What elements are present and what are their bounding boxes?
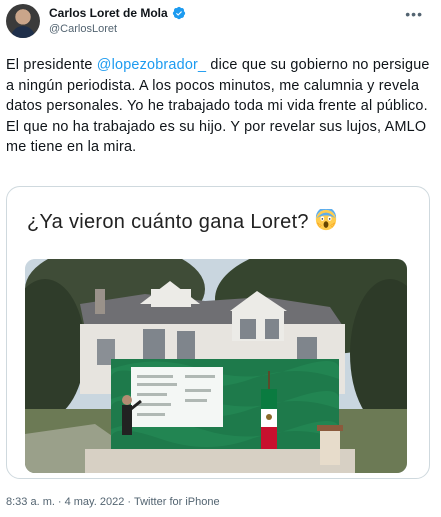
screaming-face-emoji-icon (315, 209, 336, 231)
author-name-row[interactable]: Carlos Loret de Mola (49, 6, 186, 20)
tweet-source[interactable]: Twitter for iPhone (134, 496, 220, 508)
footer-separator: · (127, 496, 131, 508)
media-title-text: ¿Ya vieron cuánto gana Loret? (27, 211, 309, 233)
avatar[interactable] (6, 4, 40, 38)
tweet-time[interactable]: 8:33 a. m. (6, 496, 55, 508)
footer-separator: · (57, 496, 62, 508)
author-handle[interactable]: @CarlosLoret (49, 23, 117, 35)
tweet-text: El presidente @lopezobrador_ dice que su… (6, 55, 434, 158)
media-card[interactable]: ¿Ya vieron cuánto gana Loret? (6, 186, 430, 479)
tweet-text-prefix: El presidente (6, 57, 97, 73)
tweet-header: Carlos Loret de Mola @CarlosLoret ••• (0, 0, 441, 44)
more-options-icon[interactable]: ••• (405, 6, 423, 22)
media-title: ¿Ya vieron cuánto gana Loret? (27, 209, 337, 234)
mention-link[interactable]: @lopezobrador_ (97, 57, 206, 73)
author-name[interactable]: Carlos Loret de Mola (49, 6, 168, 20)
house-photo[interactable] (25, 259, 407, 473)
verified-badge-icon (172, 6, 185, 20)
house-photo-illustration (25, 259, 407, 473)
tweet-footer: 8:33 a. m. · 4 may. 2022 · Twitter for iPhon… (6, 496, 220, 508)
tweet-date[interactable]: 4 may. 2022 (65, 496, 125, 508)
